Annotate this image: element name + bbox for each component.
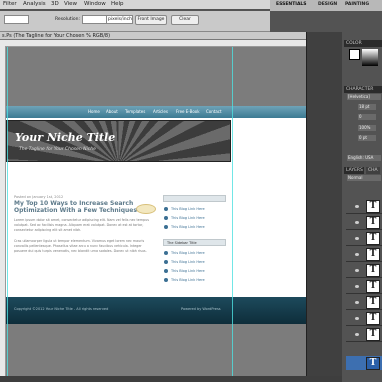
sidebar-link: This Blog Link Here xyxy=(171,260,205,264)
visibility-eye-icon[interactable] xyxy=(355,205,359,208)
front-image-button[interactable]: Front Image xyxy=(135,15,167,25)
menu-help[interactable]: Help xyxy=(111,1,124,7)
text-layer-thumb-icon[interactable]: T xyxy=(366,264,380,277)
resolution-field[interactable] xyxy=(82,15,107,24)
text-layer-thumb-icon[interactable]: T xyxy=(366,232,380,245)
bullet-icon xyxy=(164,207,168,211)
guide-line-right[interactable] xyxy=(232,47,233,376)
color-panel-tab[interactable]: COLOR xyxy=(344,40,382,47)
layer-divider xyxy=(346,245,382,246)
text-layer-thumb-icon[interactable]: T xyxy=(366,280,380,293)
menu-view[interactable]: View xyxy=(64,1,77,7)
layer-divider xyxy=(346,261,382,262)
workspace-essentials[interactable]: ESSENTIALS xyxy=(276,2,307,7)
text-layer-thumb-icon[interactable]: T xyxy=(366,296,380,309)
horizontal-ruler[interactable] xyxy=(0,40,306,47)
text-layer-thumb-icon[interactable]: T xyxy=(366,248,380,261)
clear-button[interactable]: Clear xyxy=(171,15,199,25)
baseline-field[interactable]: 0 pt xyxy=(358,135,376,141)
options-bar: Resolution: pixels/inch Front Image Clea… xyxy=(0,11,270,32)
scale-field[interactable]: 100% xyxy=(358,125,376,131)
layer-divider xyxy=(346,229,382,230)
text-layer-thumb-icon[interactable]: T xyxy=(366,357,380,370)
font-size-field[interactable]: 18 pt xyxy=(358,104,376,110)
kerning-field[interactable]: 0 xyxy=(358,114,376,120)
resolution-unit-select[interactable]: pixels/inch xyxy=(106,15,133,24)
nav-articles: Articles xyxy=(153,109,168,114)
visibility-eye-icon[interactable] xyxy=(355,253,359,256)
site-title: Your Niche Title xyxy=(15,131,116,144)
post-title: My Top 10 Ways to Increase Search Optimi… xyxy=(14,200,137,214)
workspace-switcher: ESSENTIALS DESIGN PAINTING xyxy=(270,0,382,11)
visibility-eye-icon[interactable] xyxy=(355,237,359,240)
visibility-eye-icon[interactable] xyxy=(355,221,359,224)
nav-templates: Templates xyxy=(125,109,146,114)
color-ramp[interactable] xyxy=(362,49,378,66)
layer-divider xyxy=(346,309,382,310)
nav-home: Home xyxy=(88,109,100,114)
webpage-mockup[interactable]: Home About Templates Articles Free E-Boo… xyxy=(6,106,306,324)
site-tagline: The Tagline for Your Chosen Niche xyxy=(19,147,96,152)
site-banner: Your Niche Title The Tagline for Your Ch… xyxy=(6,120,231,162)
text-layer-thumb-icon[interactable]: T xyxy=(366,200,380,213)
visibility-eye-icon[interactable] xyxy=(355,269,359,272)
panel-dock-collapsed xyxy=(306,32,343,382)
site-nav: Home About Templates Articles Free E-Boo… xyxy=(6,106,306,118)
visibility-eye-icon[interactable] xyxy=(355,301,359,304)
document-tab[interactable]: s.Ps (The Tagline for Your Chosen % RGB/… xyxy=(0,32,306,40)
layer-divider xyxy=(346,341,382,342)
foreground-swatch[interactable] xyxy=(349,49,360,60)
post-paragraph-1: Lorem ipsum dolor sit amet, consectetur … xyxy=(14,218,149,232)
visibility-eye-icon[interactable] xyxy=(355,317,359,320)
post-meta: Posted on January 1st, 2012 xyxy=(14,195,64,199)
text-layer-thumb-icon[interactable]: T xyxy=(366,216,380,229)
text-layer-thumb-icon[interactable]: T xyxy=(366,328,380,341)
font-family-select[interactable]: [Helvetica] xyxy=(347,94,381,100)
post-paragraph-2: Cras ullamcorper ligula ut tempor elemen… xyxy=(14,239,147,253)
layers-panel-tab[interactable]: LAYERS xyxy=(344,167,364,174)
bullet-icon xyxy=(164,225,168,229)
text-layer-thumb-icon[interactable]: T xyxy=(366,312,380,325)
bullet-icon xyxy=(164,251,168,255)
workspace-painting[interactable]: PAINTING xyxy=(345,2,369,7)
guide-line-left[interactable] xyxy=(7,47,8,376)
nav-ebook: Free E-Book xyxy=(176,109,200,114)
menu-window[interactable]: Window xyxy=(84,1,106,7)
sidebar-link: This Blog Link Here xyxy=(171,278,205,282)
bullet-icon xyxy=(164,216,168,220)
menu-3d[interactable]: 3D xyxy=(51,1,59,7)
resolution-label: Resolution: xyxy=(55,17,81,22)
sidebar-link: This Blog Link Here xyxy=(171,269,205,273)
footer-copyright: Copyright ©2012 Your Niche Title - All r… xyxy=(14,307,109,311)
sidebar-link: This Blog Link Here xyxy=(171,225,205,229)
footer-powered: Powered by WordPress xyxy=(181,307,221,311)
sidebar-heading-2: The Sidebar Title xyxy=(163,239,226,246)
sidebar-link: This Blog Link Here xyxy=(171,207,205,211)
layer-divider xyxy=(346,293,382,294)
layer-divider xyxy=(346,325,382,326)
status-bar xyxy=(0,376,342,382)
sidebar-heading-1 xyxy=(163,195,226,202)
layer-divider xyxy=(346,277,382,278)
blend-mode-select[interactable]: Normal xyxy=(347,175,381,181)
nav-about: About xyxy=(106,109,118,114)
character-panel-tab[interactable]: CHARACTER xyxy=(344,86,382,93)
bullet-icon xyxy=(164,278,168,282)
sidebar-link: This Blog Link Here xyxy=(171,216,205,220)
site-footer: Copyright ©2012 Your Niche Title - All r… xyxy=(6,297,306,324)
visibility-eye-icon[interactable] xyxy=(355,285,359,288)
workspace-design[interactable]: DESIGN xyxy=(318,2,337,7)
menu-analysis[interactable]: Analysis xyxy=(23,1,46,7)
width-field[interactable] xyxy=(4,15,29,24)
bullet-icon xyxy=(164,269,168,273)
channels-panel-tab[interactable]: CHA xyxy=(366,167,380,174)
nav-contact: Contact xyxy=(206,109,222,114)
sidebar-link: This Blog Link Here xyxy=(171,251,205,255)
language-select[interactable]: English: USA xyxy=(347,155,381,161)
menu-filter[interactable]: Filter xyxy=(3,1,17,7)
bullet-icon xyxy=(164,260,168,264)
visibility-eye-icon[interactable] xyxy=(355,333,359,336)
layer-divider xyxy=(346,213,382,214)
